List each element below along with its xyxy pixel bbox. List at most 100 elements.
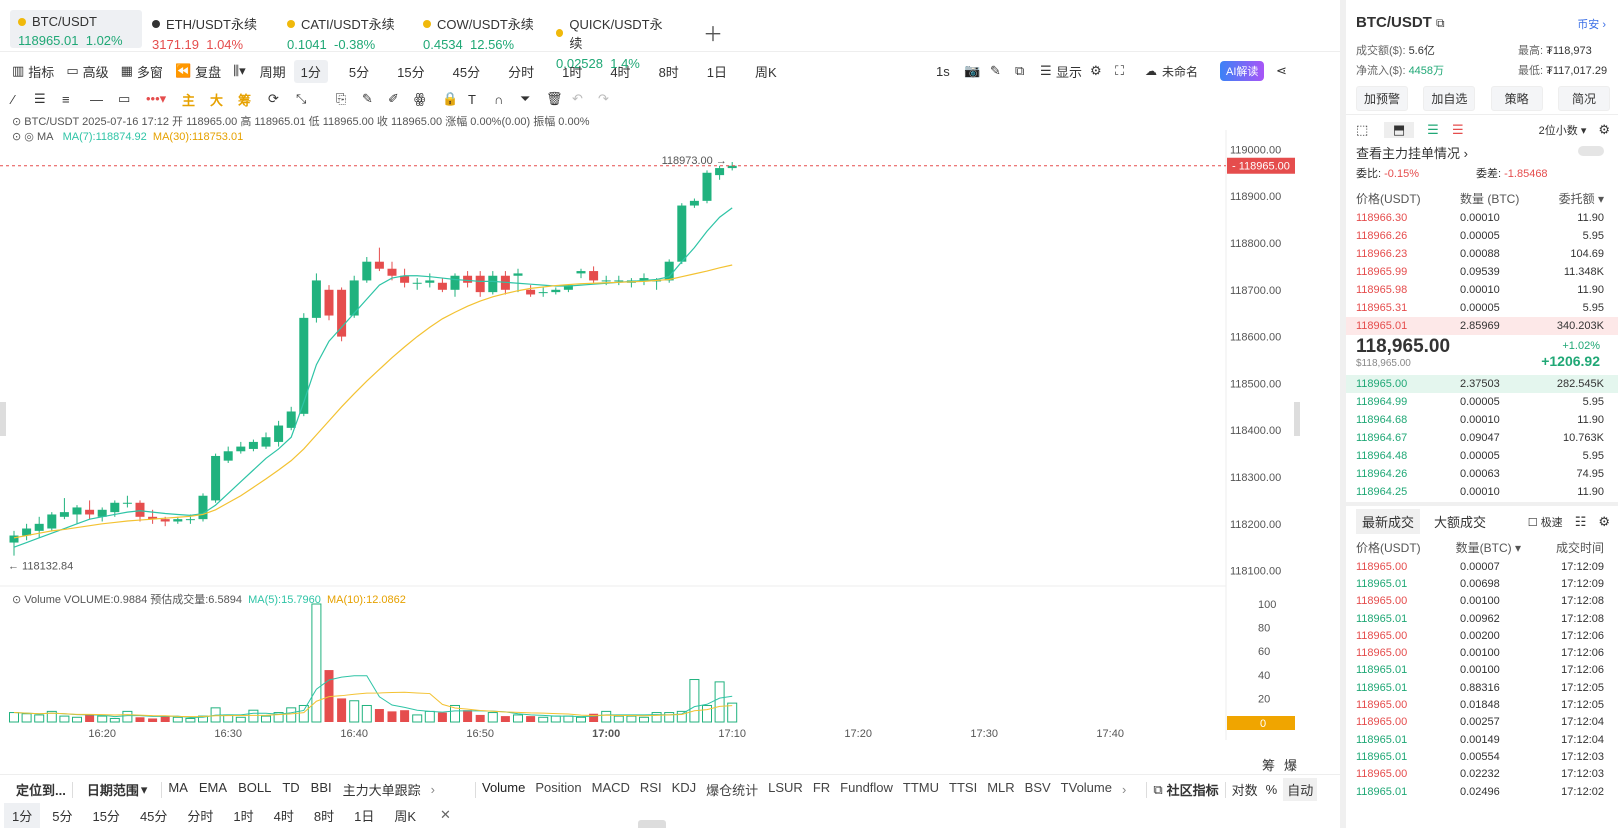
candle-body <box>601 280 611 282</box>
list-icon[interactable]: ☷ <box>1575 514 1587 530</box>
sub-indicator-Position[interactable]: Position <box>535 780 581 799</box>
trade-price: 118965.01 <box>1356 785 1408 798</box>
volume-bar <box>576 716 586 723</box>
quick-interval-分时[interactable]: 分时 <box>179 803 221 828</box>
candlestick-chart[interactable]: 119000.00 118900.00 118800.00 118700.00 1186… <box>0 0 1300 774</box>
orderbook-row[interactable]: 118966.26 0.00005 5.95 <box>1346 227 1618 245</box>
ob-price: 118966.30 <box>1356 212 1408 224</box>
quick-interval-1时[interactable]: 1时 <box>225 803 261 828</box>
main-indicator-BBI[interactable]: BBI <box>311 780 332 799</box>
ob-qty: 0.00010 <box>1460 212 1500 224</box>
sub-indicator-爆仓统计[interactable]: 爆仓统计 <box>706 780 758 799</box>
ob-layout-icon[interactable]: ⬒ <box>1384 122 1414 138</box>
sub-indicator-RSI[interactable]: RSI <box>640 780 662 799</box>
trade-row: 118965.00 0.00100 17:12:06 <box>1346 644 1618 661</box>
tab-large-trades[interactable]: 大额成交 <box>1434 512 1486 531</box>
main-orders-link[interactable]: 查看主力挂单情况 › <box>1356 143 1468 162</box>
liquidation-button[interactable]: 爆 <box>1284 755 1297 774</box>
side-button[interactable]: 策略 <box>1490 86 1543 111</box>
orderbook-row[interactable]: 118965.01 2.85969 340.203K <box>1346 317 1618 335</box>
orderbook-row[interactable]: 118964.68 0.00010 11.90 <box>1346 411 1618 429</box>
fast-checkbox[interactable]: ☐ 极速 <box>1528 514 1563 530</box>
orderbook-row[interactable]: 118964.99 0.00005 5.95 <box>1346 393 1618 411</box>
left-collapse-handle[interactable] <box>0 402 6 436</box>
community-button[interactable]: 社区指标 <box>1167 780 1219 799</box>
volume-bar <box>626 715 637 723</box>
sub-indicator-LSUR[interactable]: LSUR <box>768 780 803 799</box>
expand-handle[interactable] <box>638 820 666 828</box>
ob-qty: 0.00005 <box>1460 450 1500 462</box>
log-toggle[interactable]: 对数 <box>1232 780 1258 799</box>
main-orders-toggle[interactable] <box>1578 146 1604 156</box>
orderbook-row[interactable]: 118965.31 0.00005 5.95 <box>1346 299 1618 317</box>
sub-indicator-KDJ[interactable]: KDJ <box>672 780 697 799</box>
sub-indicator-Fundflow[interactable]: Fundflow <box>840 780 893 799</box>
sub-indicator-MACD[interactable]: MACD <box>592 780 630 799</box>
orderbook-row[interactable]: 118965.99 0.09539 11.348K <box>1346 263 1618 281</box>
orderbook-row[interactable]: 118964.26 0.00063 74.95 <box>1346 465 1618 483</box>
tab-latest-trades[interactable]: 最新成交 <box>1356 509 1421 534</box>
copy-pair-icon[interactable]: ⧉ <box>1436 16 1445 30</box>
orderbook-row[interactable]: 118964.48 0.00005 5.95 <box>1346 447 1618 465</box>
community-icon[interactable]: ⧉ <box>1153 782 1162 798</box>
candle-body <box>387 268 397 276</box>
sub-indicator-TVolume[interactable]: TVolume <box>1061 780 1112 799</box>
side-button[interactable]: 加预警 <box>1356 86 1408 111</box>
sub-indicator-FR[interactable]: FR <box>813 780 830 799</box>
side-button[interactable]: 加自选 <box>1423 86 1476 111</box>
candle-body <box>450 275 460 290</box>
quick-interval-4时[interactable]: 4时 <box>266 803 302 828</box>
trade-settings-icon[interactable]: ⚙ <box>1598 514 1610 530</box>
exchange-link[interactable]: 币安 › <box>1577 16 1606 32</box>
sub-indicator-TTSI[interactable]: TTSI <box>949 780 977 799</box>
ob-amount: 340.203K <box>1556 320 1604 332</box>
main-indicator-EMA[interactable]: EMA <box>199 780 227 799</box>
candle-body <box>34 523 44 531</box>
sub-indicator-Volume[interactable]: Volume <box>482 780 525 799</box>
auto-toggle[interactable]: 自动 <box>1283 778 1318 801</box>
candle-body <box>324 289 334 316</box>
quick-interval-15分[interactable]: 15分 <box>84 803 127 828</box>
orderbook-row[interactable]: 118965.00 2.37503 282.545K <box>1346 375 1618 393</box>
locate-button[interactable]: 定位到... <box>16 780 66 799</box>
orderbook-row[interactable]: 118966.30 0.00010 11.90 <box>1346 209 1618 227</box>
right-collapse-handle[interactable] <box>1294 402 1300 436</box>
orderbook-row[interactable]: 118966.23 0.00088 104.69 <box>1346 245 1618 263</box>
price-tick: 118700.00 <box>1230 285 1281 297</box>
orderbook-row[interactable]: 118964.25 0.00010 11.90 <box>1346 483 1618 501</box>
main-indicator-TD[interactable]: TD <box>282 780 299 799</box>
candle-body <box>47 514 57 529</box>
orderbook-row[interactable]: 118965.98 0.00010 11.90 <box>1346 281 1618 299</box>
percent-toggle[interactable]: % <box>1266 782 1278 797</box>
quick-interval-1日[interactable]: 1日 <box>346 803 382 828</box>
quick-interval-1分[interactable]: 1分 <box>4 802 41 828</box>
ob-bids-icon[interactable]: ☰ <box>1414 122 1452 138</box>
orderbook-row[interactable]: 118964.67 0.09047 10.763K <box>1346 429 1618 447</box>
volume-bar <box>400 710 410 722</box>
sub-indicator-TTMU[interactable]: TTMU <box>903 780 939 799</box>
main-indicator-BOLL[interactable]: BOLL <box>238 780 271 799</box>
candle-body <box>576 271 586 274</box>
decimals-select[interactable]: 2位小数 ▾ <box>1539 122 1587 138</box>
sub-indicator-MLR[interactable]: MLR <box>987 780 1014 799</box>
quick-interval-周K[interactable]: 周K <box>386 803 424 828</box>
ob-settings-icon[interactable]: ⚙ <box>1598 122 1610 138</box>
close-icon[interactable]: ✕ <box>440 807 451 823</box>
chip-distribution-button[interactable]: 筹 <box>1262 755 1275 774</box>
main-indicator-MA[interactable]: MA <box>168 780 188 799</box>
main-indicator-主力大单跟踪[interactable]: 主力大单跟踪 <box>343 780 421 799</box>
side-button[interactable]: 简况 <box>1557 86 1610 111</box>
quick-interval-45分[interactable]: 45分 <box>132 803 175 828</box>
date-range-button[interactable]: 日期范围 <box>87 780 139 799</box>
sub-indicator-BSV[interactable]: BSV <box>1025 780 1051 799</box>
price-tick: 118100.00 <box>1230 566 1281 578</box>
trade-price: 118965.00 <box>1356 647 1408 660</box>
quick-interval-8时[interactable]: 8时 <box>306 803 342 828</box>
ob-both-icon[interactable]: ⬚ <box>1356 122 1384 138</box>
ob-asks-icon[interactable]: ☰ <box>1452 122 1482 138</box>
trade-time: 17:12:06 <box>1561 647 1604 660</box>
volume-bar <box>412 714 423 723</box>
candle-body <box>122 502 132 504</box>
quick-interval-5分[interactable]: 5分 <box>44 803 80 828</box>
last-change: +1206.92 <box>1541 353 1600 369</box>
